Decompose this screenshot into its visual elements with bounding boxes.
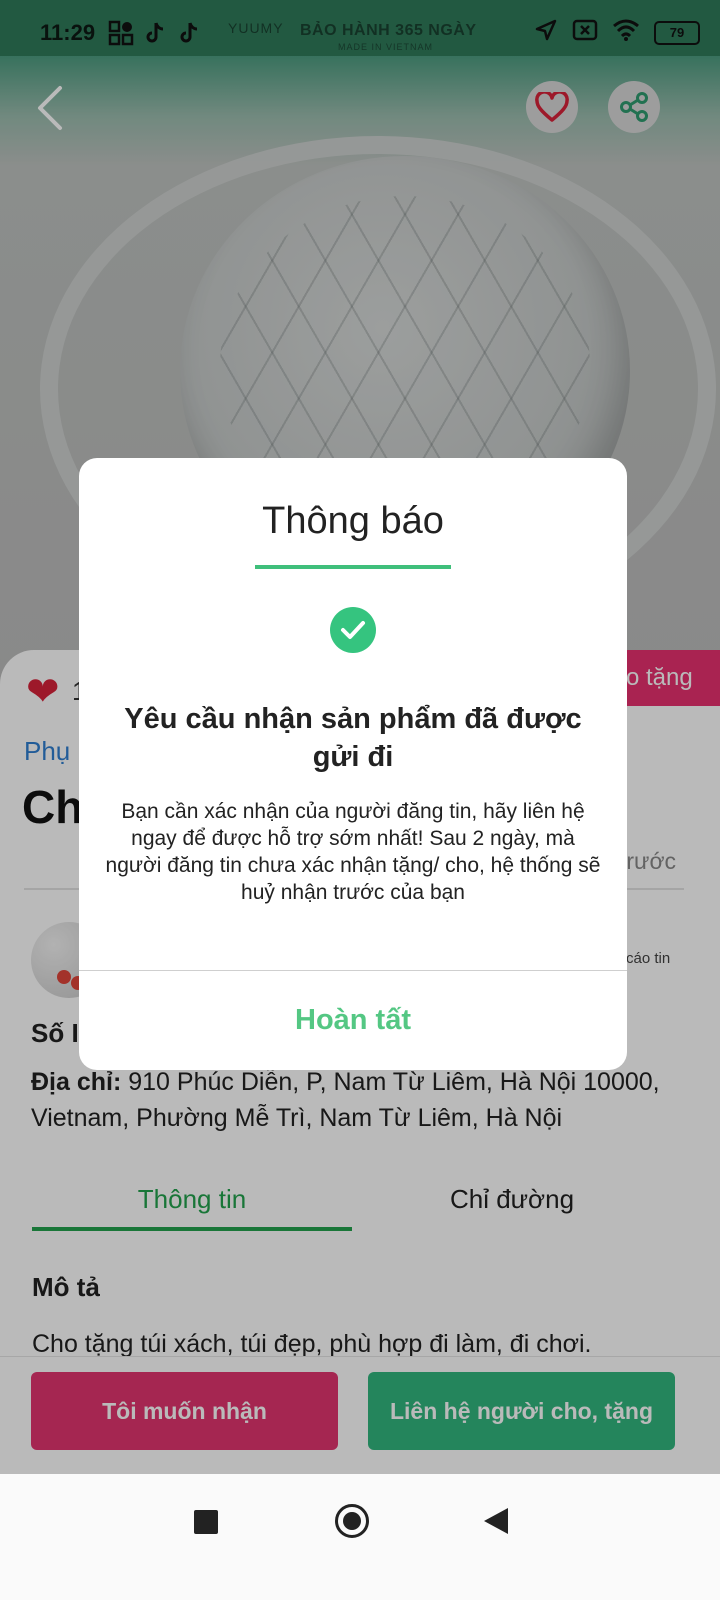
done-button[interactable]: Hoàn tất	[79, 972, 627, 1068]
nav-back-icon[interactable]	[484, 1508, 508, 1534]
dialog-title: Thông báo	[262, 500, 444, 542]
check-circle-icon	[330, 607, 376, 653]
dialog-message: Bạn cần xác nhận của người đăng tin, hãy…	[105, 800, 601, 904]
nav-home-icon[interactable]	[335, 1504, 369, 1538]
dialog-divider	[79, 970, 627, 971]
nav-recents-icon[interactable]	[194, 1510, 218, 1534]
dialog-heading: Yêu cầu nhận sản phẩm đã được gửi đi	[124, 703, 582, 773]
dialog-title-underline	[255, 565, 451, 569]
system-nav-bar	[0, 1474, 720, 1600]
